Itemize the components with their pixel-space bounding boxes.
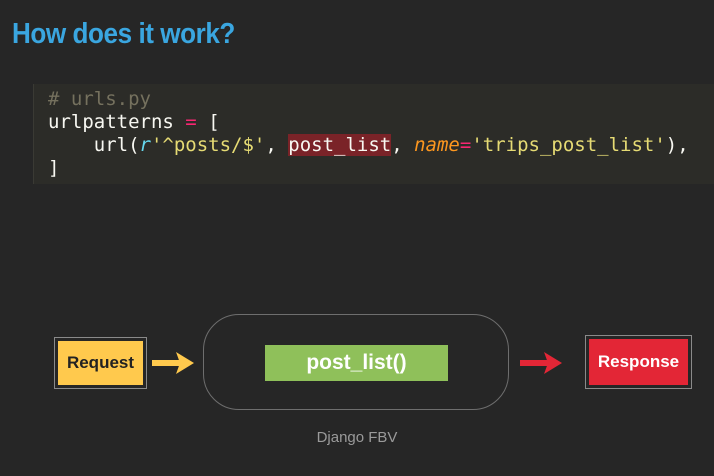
response-node: Response: [585, 335, 692, 389]
slide-title: How does it work?: [12, 18, 235, 50]
code-line-3: url(r'^posts/$', post_list, name='trips_…: [48, 134, 714, 157]
code-line-4: ]: [48, 157, 714, 180]
code-separator-1: ,: [265, 134, 289, 156]
request-node: Request: [54, 337, 147, 389]
code-url-func: url(: [93, 134, 140, 156]
response-label: Response: [589, 339, 688, 385]
request-arrow-shaft: [152, 360, 180, 366]
code-kwarg-name: name: [414, 134, 460, 156]
request-label: Request: [58, 341, 143, 385]
code-line-1: # urls.py: [48, 88, 714, 111]
code-raw-prefix: r: [139, 134, 151, 156]
code-close-call: ),: [665, 134, 689, 156]
code-assign-operator: =: [185, 111, 197, 133]
code-kwarg-equals: =: [459, 134, 472, 156]
diagram-caption: Django FBV: [316, 429, 398, 446]
code-block: # urls.py urlpatterns = [ url(r'^posts/$'…: [33, 84, 714, 184]
code-comment: # urls.py: [48, 88, 151, 110]
response-arrow-shaft: [520, 360, 548, 366]
code-separator-2: ,: [391, 134, 415, 156]
response-arrow-icon: [520, 352, 562, 374]
code-open-bracket: [: [208, 111, 220, 133]
code-url-pattern: '^posts/$': [150, 134, 266, 156]
request-arrow-icon: [152, 352, 194, 374]
function-box: post_list(): [265, 345, 448, 381]
code-route-name: 'trips_post_list': [471, 134, 666, 156]
code-close-bracket: ]: [48, 157, 60, 179]
code-line-2: urlpatterns = [: [48, 111, 714, 134]
code-view-name-highlight: post_list: [288, 134, 392, 156]
code-assign-name: urlpatterns: [48, 111, 174, 133]
